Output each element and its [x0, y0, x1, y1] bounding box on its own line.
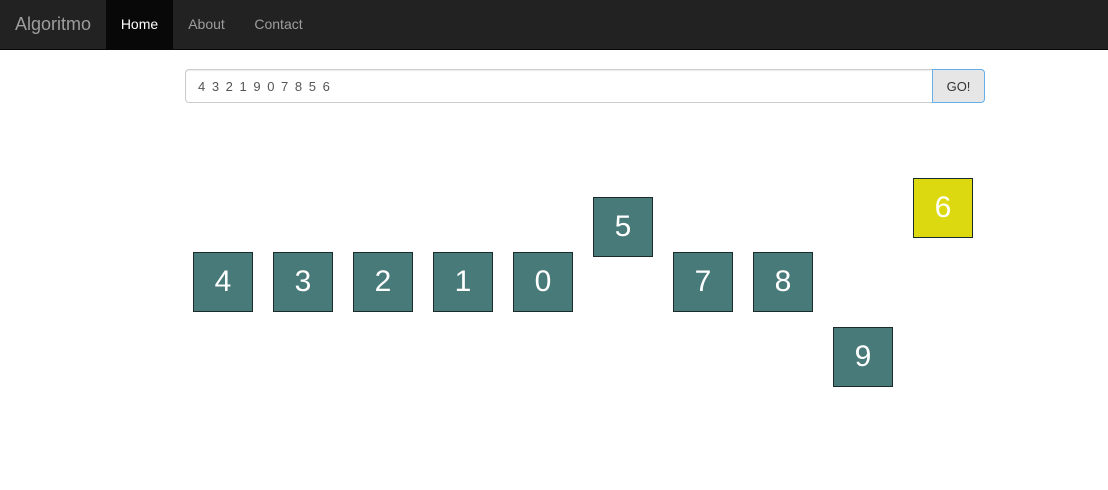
number-tile-0: 0	[513, 252, 573, 312]
number-tile-6: 6	[913, 178, 973, 238]
nav-item-home[interactable]: Home	[106, 0, 173, 49]
navbar-brand[interactable]: Algoritmo	[15, 14, 91, 34]
nav-item-about[interactable]: About	[173, 0, 240, 49]
navbar: Algoritmo Home About Contact	[0, 0, 1108, 50]
number-tile-4: 4	[193, 252, 253, 312]
number-tile-8: 8	[753, 252, 813, 312]
number-tile-5: 5	[593, 197, 653, 257]
number-tile-3: 3	[273, 252, 333, 312]
number-tile-1: 1	[433, 252, 493, 312]
number-tile-9: 9	[833, 327, 893, 387]
sequence-input[interactable]	[185, 69, 933, 103]
number-tile-2: 2	[353, 252, 413, 312]
nav-item-contact[interactable]: Contact	[240, 0, 317, 49]
go-button[interactable]: GO!	[932, 69, 985, 103]
number-tile-7: 7	[673, 252, 733, 312]
